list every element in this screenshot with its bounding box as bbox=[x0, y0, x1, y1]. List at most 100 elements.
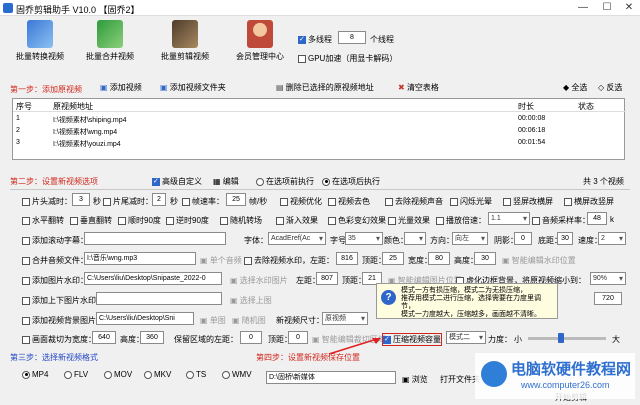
invert-button[interactable]: ◇ 反选 bbox=[598, 82, 622, 94]
scroll-subtitle-checkbox[interactable]: 添加滚动字幕： bbox=[22, 235, 88, 246]
select-top-image-button[interactable]: ▣ 选择上图 bbox=[230, 295, 272, 306]
img-left-input[interactable]: 807 bbox=[316, 272, 338, 285]
crop-width-input[interactable]: 640 bbox=[92, 331, 116, 344]
direction-select[interactable]: 向左 bbox=[452, 232, 488, 245]
multithread-checkbox[interactable]: 多线程 bbox=[298, 34, 332, 45]
head-cut-checkbox[interactable]: 片头减时： bbox=[22, 196, 72, 207]
table-row[interactable]: 1 I:\视频素材\shiping.mp4 00:00:08 bbox=[13, 114, 626, 125]
image-watermark-checkbox[interactable]: 添加图片水印： bbox=[22, 275, 88, 286]
height-value-input[interactable]: 720 bbox=[594, 292, 622, 305]
smart-watermark-button[interactable]: ▣ 智能编辑水印位置 bbox=[502, 255, 576, 266]
wm-left-input[interactable]: 816 bbox=[336, 252, 358, 265]
color-effect-checkbox[interactable]: 色彩变幻效果 bbox=[328, 215, 386, 226]
new-size-select[interactable]: 原视频 bbox=[322, 312, 368, 325]
format-radio-mp4[interactable]: MP4 bbox=[22, 370, 48, 379]
scroll-speed-select[interactable]: 2 bbox=[598, 232, 626, 245]
format-radio-flv[interactable]: FLV bbox=[64, 370, 88, 379]
remove-audio-checkbox[interactable]: 去除视频声音 bbox=[385, 196, 443, 207]
table-row[interactable]: 3 I:\视频素材\youzi.mp4 00:01:54 bbox=[13, 138, 626, 149]
vflip-checkbox[interactable]: 垂直翻转 bbox=[70, 215, 112, 226]
single-audio-button[interactable]: ▣ 单个音频 bbox=[200, 255, 242, 266]
header-image-path[interactable] bbox=[96, 292, 222, 305]
delete-selected-button[interactable]: ▤ 删除已选择的原视频地址 bbox=[276, 82, 374, 94]
batch-merge-button[interactable]: 批量合并视频 bbox=[80, 20, 140, 72]
advanced-checkbox[interactable]: 高级自定义 bbox=[152, 176, 202, 187]
delete-icon: ▤ bbox=[276, 83, 286, 92]
edit-button[interactable]: ▦ 编辑 bbox=[213, 176, 239, 187]
strength-slider[interactable] bbox=[528, 337, 606, 340]
batch-convert-button[interactable]: 批量转换视频 bbox=[10, 20, 70, 72]
shadow-input[interactable]: 0 bbox=[514, 232, 532, 245]
flash-checkbox[interactable]: 闪烁光晕 bbox=[450, 196, 492, 207]
maximize-button[interactable]: ☐ bbox=[596, 2, 618, 14]
subtitle-text-input[interactable] bbox=[84, 232, 226, 245]
font-size-select[interactable]: 35 bbox=[345, 232, 383, 245]
wm-top-input[interactable]: 25 bbox=[382, 252, 404, 265]
cw90-checkbox[interactable]: 顺时90度 bbox=[118, 215, 161, 226]
speed-checkbox[interactable]: 播放倍速： bbox=[436, 215, 486, 226]
merge-audio-checkbox[interactable]: 合并音频文件： bbox=[22, 255, 88, 266]
decolor-checkbox[interactable]: 视频去色 bbox=[328, 196, 370, 207]
font-select[interactable]: AcadEref(Ac bbox=[268, 232, 326, 245]
speed-select[interactable]: 1.1 bbox=[488, 212, 530, 225]
compress-mode-select[interactable]: 模式二 bbox=[446, 331, 486, 344]
fps-checkbox[interactable]: 帧速率： bbox=[182, 196, 224, 207]
keep-top-input[interactable]: 0 bbox=[288, 331, 308, 344]
strength-slider-thumb[interactable] bbox=[558, 333, 564, 343]
tail-cut-input[interactable]: 2 bbox=[152, 193, 166, 206]
open-folder-button[interactable]: 打开文件夹 bbox=[440, 374, 480, 385]
remove-watermark-checkbox[interactable]: 去除视频水印，左距： bbox=[244, 255, 334, 266]
image-watermark-path[interactable]: C:\Users\liu\Desktop\Snipaste_2022-0 bbox=[84, 272, 222, 285]
crop-checkbox[interactable]: 画面裁切为宽度： bbox=[22, 334, 96, 345]
format-radio-mov[interactable]: MOV bbox=[104, 370, 132, 379]
merge-audio-path[interactable]: I:\音乐\wng.mp3 bbox=[84, 252, 196, 265]
random-image-button[interactable]: ▣ 随机图 bbox=[232, 315, 266, 326]
member-center-button[interactable]: 会员管理中心 bbox=[230, 20, 290, 72]
background-image-checkbox[interactable]: 添加视频背景图片： bbox=[22, 315, 104, 326]
header-footer-image-checkbox[interactable]: 添加上下图片水印： bbox=[22, 295, 104, 306]
format-radio-wmv[interactable]: WMV bbox=[222, 370, 252, 379]
color-select[interactable] bbox=[404, 232, 426, 245]
hflip-checkbox[interactable]: 水平翻转 bbox=[22, 215, 64, 226]
minimize-button[interactable]: — bbox=[572, 2, 594, 14]
clear-icon: ✖ bbox=[398, 83, 407, 92]
fade-checkbox[interactable]: 渐入效果 bbox=[276, 215, 318, 226]
shrink-percent-select[interactable]: 90% bbox=[590, 272, 626, 285]
gpu-checkbox[interactable]: GPU加速（用显卡解码） bbox=[298, 53, 397, 64]
add-video-button[interactable]: ▣ 添加视频 bbox=[100, 82, 142, 94]
table-row[interactable]: 2 I:\视频素材\wng.mp4 00:06:18 bbox=[13, 126, 626, 137]
light-effect-checkbox[interactable]: 光量效果 bbox=[388, 215, 430, 226]
compress-checkbox[interactable]: 压缩视频容量 bbox=[382, 333, 442, 346]
keep-left-input[interactable]: 0 bbox=[240, 331, 262, 344]
batch-cut-button[interactable]: 批量剪辑视频 bbox=[155, 20, 215, 72]
wm-height-input[interactable]: 30 bbox=[474, 252, 496, 265]
clear-table-button[interactable]: ✖ 清空表格 bbox=[398, 82, 439, 94]
video-table[interactable]: 序号 原视频地址 时长 状态 1 I:\视频素材\shiping.mp4 00:… bbox=[12, 98, 626, 160]
tail-cut-checkbox[interactable]: 片尾减时： bbox=[103, 196, 153, 207]
before-radio[interactable]: 在选项前执行 bbox=[256, 176, 314, 187]
after-radio[interactable]: 在选项后执行 bbox=[322, 176, 380, 187]
fps-input[interactable]: 25 bbox=[226, 193, 246, 206]
sample-rate-input[interactable]: 48 bbox=[587, 212, 607, 225]
thread-count-input[interactable]: 8 bbox=[338, 31, 366, 44]
format-radio-ts[interactable]: TS bbox=[186, 370, 206, 379]
select-watermark-button[interactable]: ▣ 选择水印图片 bbox=[230, 275, 288, 286]
save-path-input[interactable]: D:\固桥\新媒体 bbox=[266, 371, 396, 384]
close-button[interactable]: ✕ bbox=[618, 2, 640, 14]
optimize-checkbox[interactable]: 视频优化 bbox=[280, 196, 322, 207]
head-cut-input[interactable]: 3 bbox=[72, 193, 90, 206]
wm-width-input[interactable]: 80 bbox=[428, 252, 450, 265]
horizontal-to-vertical-checkbox[interactable]: 横屏改竖屏 bbox=[564, 196, 614, 207]
browse-button[interactable]: ▣ 浏览 bbox=[402, 374, 428, 385]
vertical-to-horizontal-checkbox[interactable]: 竖屏改横屏 bbox=[503, 196, 553, 207]
background-image-path[interactable]: C:\Users\liu\Desktop\Sni bbox=[96, 312, 194, 325]
random-transition-checkbox[interactable]: 随机转场 bbox=[220, 215, 262, 226]
ccw90-checkbox[interactable]: 逆时90度 bbox=[166, 215, 209, 226]
add-folder-button[interactable]: ▣ 添加视频文件夹 bbox=[160, 82, 226, 94]
select-all-button[interactable]: ◆ 全选 bbox=[563, 82, 587, 94]
bottom-input[interactable]: 30 bbox=[557, 232, 573, 245]
single-image-button[interactable]: ▣ 单图 bbox=[200, 315, 226, 326]
crop-height-input[interactable]: 360 bbox=[140, 331, 164, 344]
format-radio-mkv[interactable]: MKV bbox=[144, 370, 171, 379]
audio-sample-checkbox[interactable]: 音频采样率： bbox=[532, 215, 590, 226]
